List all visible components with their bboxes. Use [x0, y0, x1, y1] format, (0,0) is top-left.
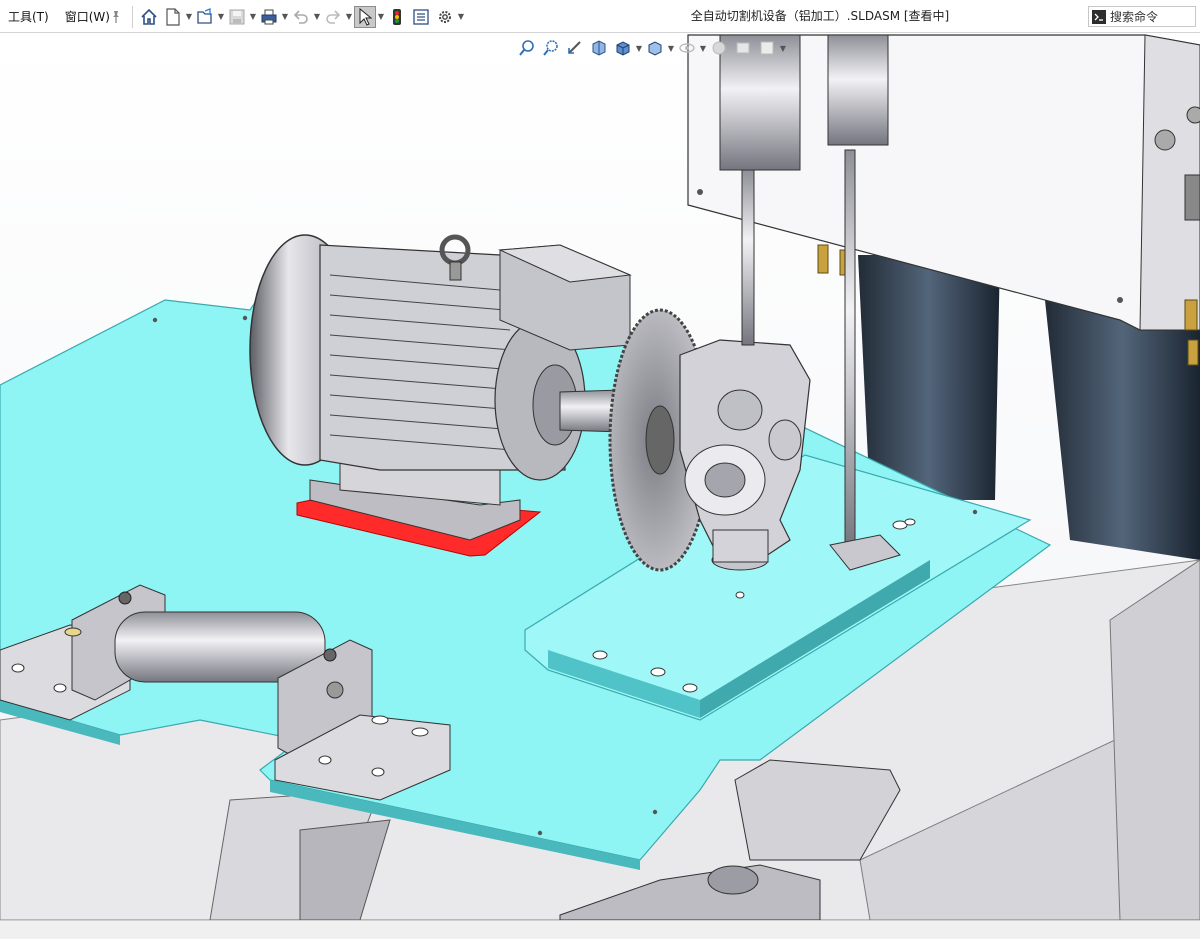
print-dropdown-icon[interactable]: ▼ — [281, 6, 289, 28]
select-icon[interactable] — [354, 5, 376, 28]
assembly-model — [0, 34, 1200, 920]
view-settings-icon[interactable] — [756, 37, 778, 59]
redo-icon[interactable] — [322, 6, 344, 28]
hide-show-icon[interactable] — [676, 37, 698, 59]
print-icon[interactable] — [258, 6, 280, 28]
open-icon[interactable] — [194, 6, 216, 28]
save-dropdown-icon[interactable]: ▼ — [249, 6, 257, 28]
saw-blade-hub — [645, 405, 675, 475]
toolbar-separator — [132, 5, 133, 28]
valve-outlet-body — [712, 529, 769, 563]
brass-bushing — [64, 627, 82, 637]
home-icon[interactable] — [138, 6, 160, 28]
undo-dropdown-icon[interactable]: ▼ — [313, 6, 321, 28]
frame-panel — [1109, 559, 1200, 920]
new-dropdown-icon[interactable]: ▼ — [185, 6, 193, 28]
cap-screw — [118, 591, 132, 605]
heads-up-view-toolbar: ▼ ▼ ▼ ▼ — [515, 36, 787, 60]
panel-switch — [1184, 174, 1200, 221]
search-box[interactable]: 搜索命令 — [1088, 6, 1196, 27]
options-dropdown-icon[interactable]: ▼ — [457, 6, 465, 28]
cylinder-rod-left — [741, 169, 755, 346]
panel-button — [1154, 129, 1176, 151]
hide-show-dropdown-icon[interactable]: ▼ — [699, 37, 707, 59]
valve-port-inner — [704, 462, 746, 498]
new-document-icon[interactable] — [162, 6, 184, 28]
zoom-to-area-icon[interactable] — [540, 37, 562, 59]
panel-screw — [697, 189, 703, 195]
panel-screw-2 — [1117, 297, 1123, 303]
view-settings-dropdown-icon[interactable]: ▼ — [779, 37, 787, 59]
valve-port-side — [768, 419, 802, 461]
zoom-to-fit-icon[interactable] — [516, 37, 538, 59]
dark-column-right — [1045, 300, 1200, 560]
document-title: 全自动切割机设备（铝加工）.SLDASM [查看中] — [690, 9, 950, 23]
block-bore — [326, 681, 344, 699]
select-dropdown-icon[interactable]: ▼ — [377, 6, 385, 28]
previous-view-icon[interactable] — [564, 37, 586, 59]
menu-tools[interactable]: 工具(T) — [0, 8, 57, 25]
cylinder-rod-right — [844, 149, 856, 551]
display-style-icon[interactable] — [644, 37, 666, 59]
pneumatic-cylinder-right — [827, 34, 889, 146]
section-view-icon[interactable] — [588, 37, 610, 59]
undo-icon[interactable] — [290, 6, 312, 28]
cap-screw-2 — [323, 648, 337, 662]
search-placeholder: 搜索命令 — [1110, 10, 1159, 24]
lifting-eye-stem — [449, 261, 462, 281]
standard-toolbar: ▼ ▼ ▼ ▼ ▼ ▼ ▼ ▼ — [104, 5, 465, 28]
options-icon[interactable] — [434, 6, 456, 28]
view-orientation-icon[interactable] — [612, 37, 634, 59]
save-icon[interactable] — [226, 6, 248, 28]
display-style-dropdown-icon[interactable]: ▼ — [667, 37, 675, 59]
valve-port-top — [717, 389, 763, 431]
open-dropdown-icon[interactable]: ▼ — [217, 6, 225, 28]
command-prompt-icon — [1092, 9, 1106, 24]
title-bar: 工具(T) 窗口(W) ▼ ▼ ▼ ▼ ▼ ▼ ▼ ▼ 全自动切割机设备（铝加工… — [0, 0, 1200, 33]
file-properties-icon[interactable] — [410, 6, 432, 28]
menu-bar: 工具(T) 窗口(W) — [0, 0, 118, 33]
pin-icon[interactable] — [105, 6, 127, 28]
rebuild-icon[interactable] — [386, 6, 408, 28]
panel-button-2 — [1186, 106, 1200, 124]
status-bar — [0, 920, 1200, 939]
clamp-knob — [707, 865, 759, 895]
view-orientation-dropdown-icon[interactable]: ▼ — [635, 37, 643, 59]
graphics-area[interactable]: ▼ ▼ ▼ ▼ — [0, 33, 1200, 920]
apply-scene-icon[interactable] — [732, 37, 754, 59]
edit-appearance-icon[interactable] — [708, 37, 730, 59]
redo-dropdown-icon[interactable]: ▼ — [345, 6, 353, 28]
